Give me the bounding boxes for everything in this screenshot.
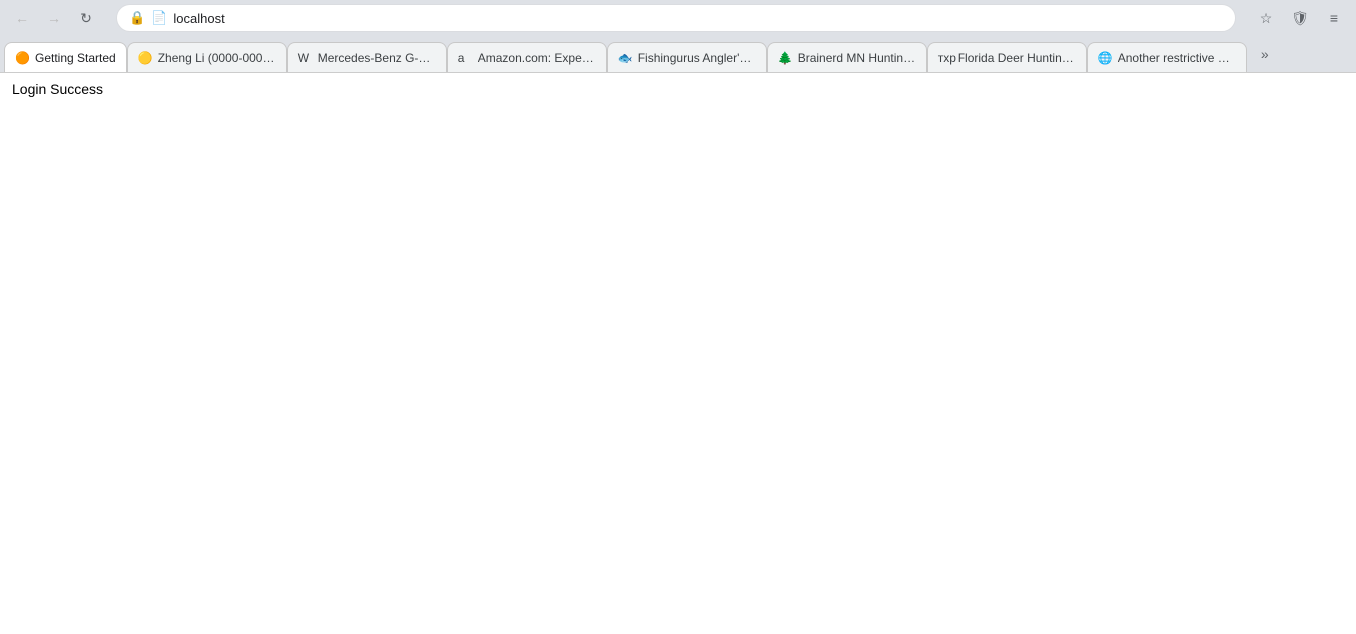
- tab-fishingurus-label: Fishingurus Angler's l...: [638, 51, 756, 65]
- address-bar-container[interactable]: 🔒 📄 localhost: [116, 4, 1236, 32]
- address-bar-url: localhost: [173, 11, 1223, 26]
- tab-fishingurus-favicon: 🐟: [618, 51, 632, 65]
- security-icon: 🔒: [129, 10, 145, 26]
- tab-brainerd[interactable]: 🌲 Brainerd MN Hunting ...: [767, 42, 927, 72]
- page-icon: 📄: [151, 10, 167, 26]
- page-content: Login Success: [0, 73, 1356, 633]
- tab-getting-started-label: Getting Started: [35, 51, 116, 65]
- menu-button[interactable]: ≡: [1320, 4, 1348, 32]
- reload-button[interactable]: ↻: [72, 4, 100, 32]
- back-button[interactable]: ←: [8, 4, 36, 32]
- tab-restrictive-label: Another restrictive dee...: [1118, 51, 1236, 65]
- tab-florida-favicon: тхр: [938, 51, 952, 65]
- tab-fishingurus[interactable]: 🐟 Fishingurus Angler's l...: [607, 42, 767, 72]
- tab-brainerd-label: Brainerd MN Hunting ...: [798, 51, 916, 65]
- tab-getting-started-favicon: 🟠: [15, 51, 29, 65]
- bookmark-button[interactable]: ☆: [1252, 4, 1280, 32]
- title-bar: ← → ↻ 🔒 📄 localhost ☆ 🛡 ≡: [0, 0, 1356, 36]
- tab-mercedes-favicon: W: [298, 51, 312, 65]
- login-success-text: Login Success: [12, 81, 103, 97]
- tab-amazon-label: Amazon.com: ExpertP...: [478, 51, 596, 65]
- forward-button[interactable]: →: [40, 4, 68, 32]
- tab-brainerd-favicon: 🌲: [778, 51, 792, 65]
- tab-zheng-li-label: Zheng Li (0000-0002-3...: [158, 51, 276, 65]
- toolbar-right: ☆ 🛡 ≡: [1252, 4, 1348, 32]
- tab-restrictive-favicon: 🌐: [1098, 51, 1112, 65]
- browser-chrome: ← → ↻ 🔒 📄 localhost ☆ 🛡 ≡ 🟠 Getting Start…: [0, 0, 1356, 73]
- tab-florida-label: Florida Deer Hunting S...: [958, 51, 1076, 65]
- tab-florida[interactable]: тхр Florida Deer Hunting S...: [927, 42, 1087, 72]
- tab-mercedes-label: Mercedes-Benz G-Clas...: [318, 51, 436, 65]
- tab-mercedes[interactable]: W Mercedes-Benz G-Clas...: [287, 42, 447, 72]
- tab-zheng-li-favicon: 🟡: [138, 51, 152, 65]
- tab-amazon[interactable]: a Amazon.com: ExpertP...: [447, 42, 607, 72]
- tab-restrictive[interactable]: 🌐 Another restrictive dee...: [1087, 42, 1247, 72]
- nav-controls: ← → ↻: [8, 4, 100, 32]
- tab-getting-started[interactable]: 🟠 Getting Started: [4, 42, 127, 72]
- tabs-overflow-button[interactable]: »: [1251, 40, 1279, 68]
- shield-button[interactable]: 🛡: [1286, 4, 1314, 32]
- tab-amazon-favicon: a: [458, 51, 472, 65]
- tab-zheng-li[interactable]: 🟡 Zheng Li (0000-0002-3...: [127, 42, 287, 72]
- tabs-bar: 🟠 Getting Started 🟡 Zheng Li (0000-0002-3..…: [0, 36, 1356, 72]
